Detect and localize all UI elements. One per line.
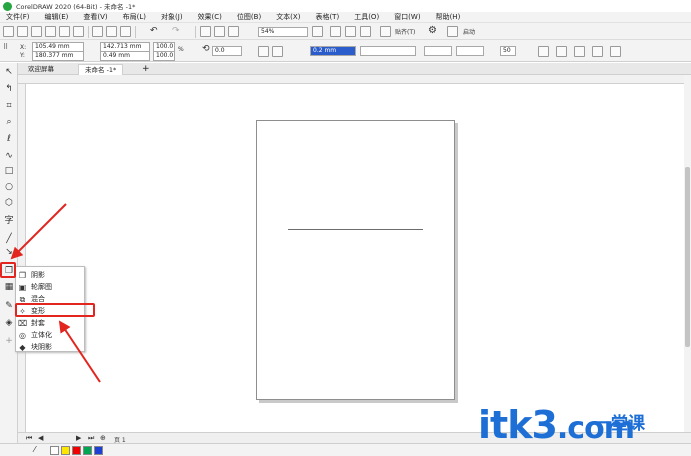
color-swatch[interactable]	[61, 446, 70, 455]
annotation-arrows	[10, 203, 101, 383]
color-swatch[interactable]	[72, 446, 81, 455]
arrow-to-tool	[10, 203, 67, 260]
watermark-suffix: 一堂课	[594, 414, 645, 434]
add-page-icon[interactable]: ⊕	[100, 434, 106, 442]
previous-page-icon[interactable]: ◀	[38, 434, 43, 442]
color-swatch[interactable]	[83, 446, 92, 455]
next-page-icon[interactable]: ▶	[76, 434, 81, 442]
color-swatch[interactable]	[50, 446, 59, 455]
color-swatch[interactable]	[94, 446, 103, 455]
last-page-icon[interactable]: ⏭	[88, 434, 94, 443]
first-page-icon[interactable]: ⏮	[26, 434, 32, 443]
eyedropper-palette-icon[interactable]: ⁄	[34, 445, 35, 454]
arrow-to-distort	[58, 320, 101, 383]
